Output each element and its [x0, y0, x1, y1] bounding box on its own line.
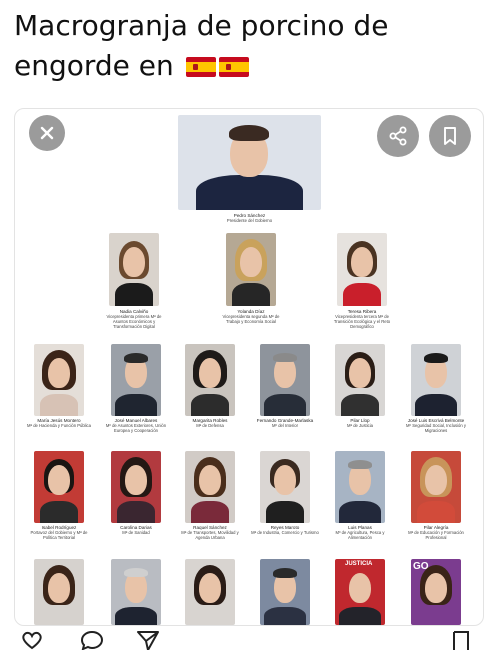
send-icon[interactable] [136, 630, 160, 650]
person-photo [109, 233, 159, 306]
bookmark-icon[interactable] [450, 630, 472, 650]
person-photo [185, 559, 235, 625]
person-photo [34, 451, 84, 523]
person-photo [260, 451, 310, 523]
person-role: Mº del Interior [272, 423, 298, 428]
share-button[interactable] [377, 115, 419, 157]
justicia-sign-text: JUSTICIA [345, 561, 373, 567]
person-role: Mº de Asuntos Exteriores, Unión Europea … [105, 423, 167, 433]
person-photo [185, 344, 235, 416]
person-photo [260, 559, 310, 625]
person-role: Vicepresidenta tercera Mª de Transición … [333, 314, 391, 329]
bookmark-icon [444, 127, 456, 145]
person-photo [335, 344, 385, 416]
post-image[interactable]: Pedro Sánchez Presidente del Gobierno Na… [14, 108, 484, 626]
close-icon [40, 126, 54, 140]
person-photo [335, 451, 385, 523]
person-role: Vicepresidenta segunda Mª de Trabajo y E… [222, 314, 280, 324]
person-photo [34, 559, 84, 625]
title-line-2-text: engorde en [14, 49, 174, 82]
person-role: Portavoz del Gobierno y Mª de Política T… [30, 530, 88, 540]
person-role: Mª de Transportes, Movilidad y Agenda Ur… [181, 530, 239, 540]
person-role: Mª de Educación y Formación Profesional [408, 530, 464, 540]
comment-icon[interactable] [80, 630, 104, 650]
person-role: Mª de Justicia [347, 423, 373, 428]
person-photo [111, 451, 161, 523]
person-role: Presidente del Gobierno [226, 218, 273, 223]
close-button[interactable] [29, 115, 65, 151]
person-role: Mª de Defensa [196, 423, 224, 428]
person-role: Vicepresidenta primera Mª de Asuntos Eco… [106, 314, 162, 329]
post-actions-bar [0, 624, 494, 650]
bookmark-button[interactable] [429, 115, 471, 157]
person-role: Mº de Agricultura, Pesca y Alimentación [335, 530, 385, 540]
person-photo [111, 344, 161, 416]
title-line-1: Macrogranja de porcino de [14, 9, 389, 42]
spain-flag-icon [218, 57, 249, 77]
person-photo [111, 559, 161, 625]
person-photo [411, 451, 461, 523]
person-role: Mº Seguridad Social, Inclusión y Migraci… [406, 423, 466, 433]
title-line-2: engorde en [14, 46, 474, 86]
person-role: Mª de Sanidad [122, 530, 150, 535]
share-icon [389, 126, 407, 146]
person-role: Mª de Hacienda y Función Pública [27, 423, 91, 428]
post-title: Macrogranja de porcino de engorde en [14, 6, 474, 86]
person-photo: JUSTICIA [335, 559, 385, 625]
person-photo [226, 233, 276, 306]
person-photo: GO [411, 559, 461, 625]
spain-flag-icon [185, 57, 216, 77]
person-role: Mª de Industria, Comercio y Turismo [251, 530, 319, 535]
person-photo [34, 344, 84, 416]
person-photo [178, 115, 321, 210]
person-photo [411, 344, 461, 416]
person-photo [185, 451, 235, 523]
person-photo [260, 344, 310, 416]
heart-icon[interactable] [20, 630, 44, 650]
person-photo [337, 233, 387, 306]
